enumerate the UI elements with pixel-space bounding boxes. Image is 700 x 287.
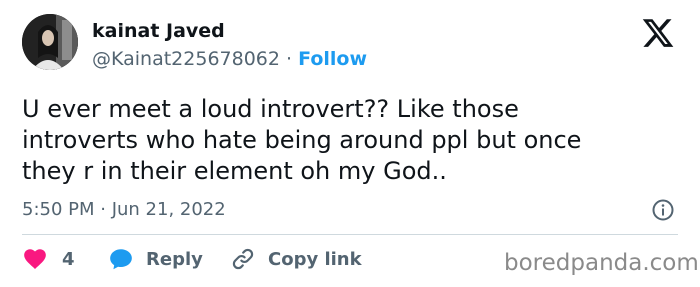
like-count: 4 [62, 248, 75, 270]
follow-button[interactable]: Follow [298, 48, 367, 70]
handle-separator: · [286, 48, 293, 70]
reply-button[interactable]: Reply [108, 246, 203, 272]
watermark: boredpanda.com [504, 250, 699, 276]
tweet-text-line: they r in their element oh my God.. [22, 157, 447, 185]
tweet-text: U ever meet a loud introvert?? Like thos… [22, 94, 672, 187]
speech-bubble-icon [110, 249, 132, 270]
like-button[interactable]: 4 [22, 246, 75, 272]
divider [22, 234, 678, 235]
avatar[interactable] [22, 14, 78, 70]
tweet-timestamp[interactable]: 5:50 PM · Jun 21, 2022 [22, 199, 226, 220]
info-icon[interactable] [651, 198, 675, 222]
author-name[interactable]: kainat Javed [92, 20, 225, 42]
copy-link-button[interactable]: Copy link [230, 246, 362, 272]
tweet-text-line: U ever meet a loud introvert?? Like thos… [22, 95, 519, 123]
link-icon [232, 248, 254, 270]
copy-link-label: Copy link [268, 248, 362, 270]
reply-label: Reply [146, 248, 203, 270]
handle-row: @Kainat225678062 · Follow [92, 48, 367, 70]
author-handle[interactable]: @Kainat225678062 [92, 48, 280, 70]
tweet-text-line: introverts who hate being around ppl but… [22, 126, 582, 154]
x-logo-icon[interactable] [641, 16, 675, 50]
heart-icon [24, 249, 46, 269]
